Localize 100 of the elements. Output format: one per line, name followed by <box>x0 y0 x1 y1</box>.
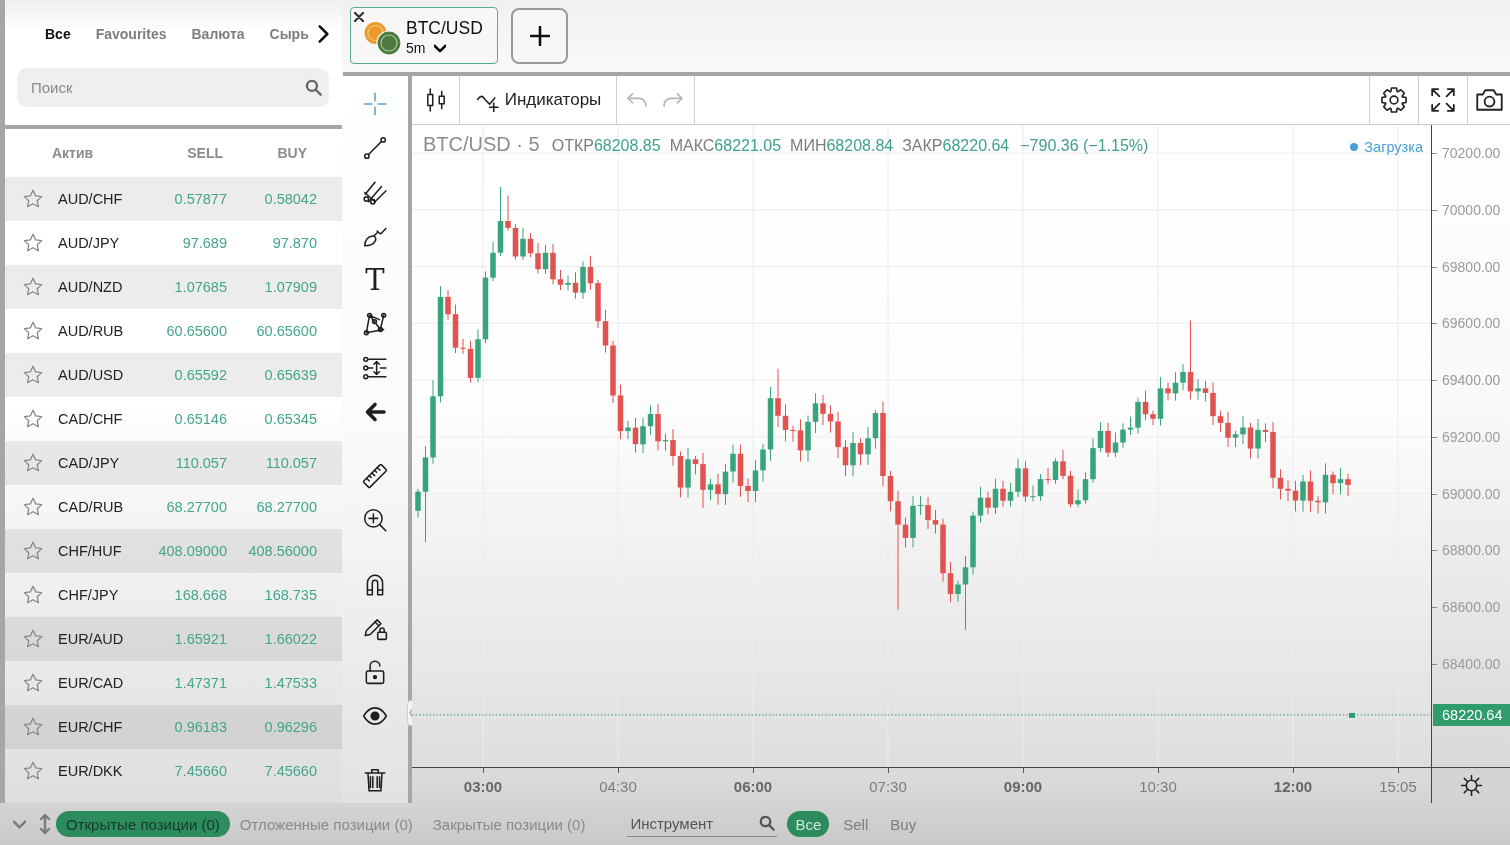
time-axis[interactable]: 03:00 04:30 06:00 07:30 09:00 10:30 12:00 15:05 <box>412 768 1432 803</box>
star-icon[interactable] <box>22 408 44 430</box>
star-icon[interactable] <box>22 628 44 650</box>
sell-price: 0.65592 <box>174 367 227 383</box>
sun-icon[interactable] <box>1460 775 1482 796</box>
asset-row[interactable]: AUD/JPY 97.689 97.870 <box>5 221 343 265</box>
indicators-button[interactable]: Индикаторы <box>460 76 617 124</box>
price-label: 70200.00 <box>1442 145 1501 161</box>
time-label: 10:30 <box>1139 778 1177 795</box>
search-field[interactable]: Поиск <box>17 68 329 107</box>
buy-price: 168.735 <box>264 587 317 603</box>
sell-price: 0.57877 <box>174 191 227 207</box>
star-icon[interactable] <box>22 364 44 386</box>
star-icon[interactable] <box>22 540 44 562</box>
candlesticks-icon <box>424 88 447 112</box>
time-label: 09:00 <box>1003 778 1043 795</box>
asset-row[interactable]: EUR/CAD 1.47371 1.47533 <box>5 661 343 705</box>
symbol-label: BTC/USD <box>406 18 483 39</box>
sell-price: 0.65146 <box>174 411 227 427</box>
ohlc-reading: ЗАКР68220.64 <box>902 137 1010 155</box>
plus-icon <box>529 26 550 46</box>
star-icon[interactable] <box>22 232 44 254</box>
category-tab[interactable]: Favourites <box>95 26 167 42</box>
buy-price: 97.870 <box>272 235 317 251</box>
buy-price: 1.47533 <box>264 675 317 691</box>
asset-row[interactable]: CHF/JPY 168.668 168.735 <box>5 573 343 617</box>
time-label: 03:00 <box>463 778 503 795</box>
buy-price: 0.65639 <box>264 367 317 383</box>
asset-name: AUD/USD <box>58 367 125 383</box>
chevron-right-icon[interactable] <box>317 25 329 43</box>
search-icon[interactable] <box>303 78 323 97</box>
asset-name: EUR/DKK <box>58 763 124 779</box>
buy-price: 68.27700 <box>256 499 317 515</box>
instrument-field[interactable]: Инструмент <box>627 811 778 837</box>
price-marker-icon <box>1349 712 1355 718</box>
asset-row[interactable]: CAD/RUB 68.27700 68.27700 <box>5 485 343 529</box>
coin-pair-icon <box>363 21 403 56</box>
star-icon[interactable] <box>22 716 44 738</box>
price-label: 70000.00 <box>1442 201 1501 218</box>
column-header: SELL <box>187 145 223 161</box>
chart-tab[interactable]: BTC/USD 5m <box>350 7 498 64</box>
category-tab[interactable]: Валюта <box>191 26 245 42</box>
asset-name: CAD/JPY <box>58 455 121 471</box>
search-icon[interactable] <box>758 814 777 832</box>
price-label: 69000.00 <box>1442 485 1501 502</box>
asset-row[interactable]: EUR/AUD 1.65921 1.66022 <box>5 617 343 661</box>
time-label: 12:00 <box>1273 778 1313 795</box>
asset-name: AUD/NZD <box>58 279 124 295</box>
ohlc-reading: МИН68208.84 <box>790 137 894 155</box>
star-icon[interactable] <box>22 188 44 210</box>
buy-price: 7.45660 <box>264 763 317 779</box>
symbol-title: BTC/USD · 5 <box>423 133 540 156</box>
price-label: 69200.00 <box>1442 428 1501 445</box>
sell-price: 168.668 <box>174 587 227 603</box>
category-tab[interactable]: Все <box>45 26 71 42</box>
asset-name: CHF/JPY <box>58 587 120 603</box>
fullscreen-icon <box>1431 88 1455 112</box>
star-icon[interactable] <box>22 672 44 694</box>
asset-name: EUR/CHF <box>58 719 124 735</box>
resize-arrows-icon[interactable] <box>39 814 51 834</box>
category-tab[interactable]: Сырь <box>269 26 309 42</box>
price-label: 69800.00 <box>1442 258 1501 275</box>
asset-row[interactable]: CAD/CHF 0.65146 0.65345 <box>5 397 343 441</box>
camera-icon <box>1475 89 1503 111</box>
star-icon[interactable] <box>22 760 44 782</box>
price-label: 69400.00 <box>1442 372 1501 389</box>
asset-row[interactable]: CHF/HUF 408.09000 408.56000 <box>5 529 343 573</box>
sell-price: 7.45660 <box>174 763 227 779</box>
star-icon[interactable] <box>22 584 44 606</box>
redo-icon <box>663 92 683 108</box>
price-change: −790.36 (−1.15%) <box>1020 137 1149 155</box>
price-label: 69600.00 <box>1442 315 1501 332</box>
star-icon[interactable] <box>22 320 44 342</box>
asset-name: CAD/RUB <box>58 499 125 515</box>
add-chart-button[interactable] <box>511 8 568 64</box>
chart-pane[interactable]: BTC/USD · 5 ОТКР68208.85 МАКС68221.05 МИН68208.84 ЗАКР68220.64 −790.36 (−1.15%) Загрузка <box>412 125 1432 768</box>
sell-price: 97.689 <box>182 235 227 251</box>
text-tool-button[interactable]: T <box>342 258 408 302</box>
asset-row[interactable]: EUR/DKK 7.45660 7.45660 <box>5 749 343 793</box>
asset-row[interactable]: AUD/USD 0.65592 0.65639 <box>5 353 343 397</box>
star-icon[interactable] <box>22 452 44 474</box>
star-icon[interactable] <box>22 276 44 298</box>
star-icon[interactable] <box>22 496 44 518</box>
asset-row[interactable]: AUD/CHF 0.57877 0.58042 <box>5 177 343 221</box>
sell-price: 68.27700 <box>166 499 227 515</box>
asset-row[interactable]: AUD/NZD 1.07685 1.07909 <box>5 265 343 309</box>
asset-row[interactable]: CAD/JPY 110.057 110.057 <box>5 441 343 485</box>
sell-price: 1.65921 <box>174 631 227 647</box>
time-label: 07:30 <box>869 778 907 795</box>
column-header: Актив <box>51 145 94 161</box>
price-label: 68400.00 <box>1442 656 1501 672</box>
asset-row[interactable]: EUR/CHF 0.96183 0.96296 <box>5 705 343 749</box>
asset-row[interactable]: AUD/RUB 60.65600 60.65600 <box>5 309 343 353</box>
asset-name: AUD/JPY <box>58 235 121 251</box>
ohlc-reading: ОТКР68208.85 <box>551 137 661 155</box>
buy-price: 408.56000 <box>248 543 317 559</box>
sell-price: 60.65600 <box>166 323 227 339</box>
close-icon[interactable] <box>354 12 364 22</box>
asset-name: CAD/CHF <box>58 411 124 427</box>
chevron-down-icon[interactable] <box>434 43 447 53</box>
